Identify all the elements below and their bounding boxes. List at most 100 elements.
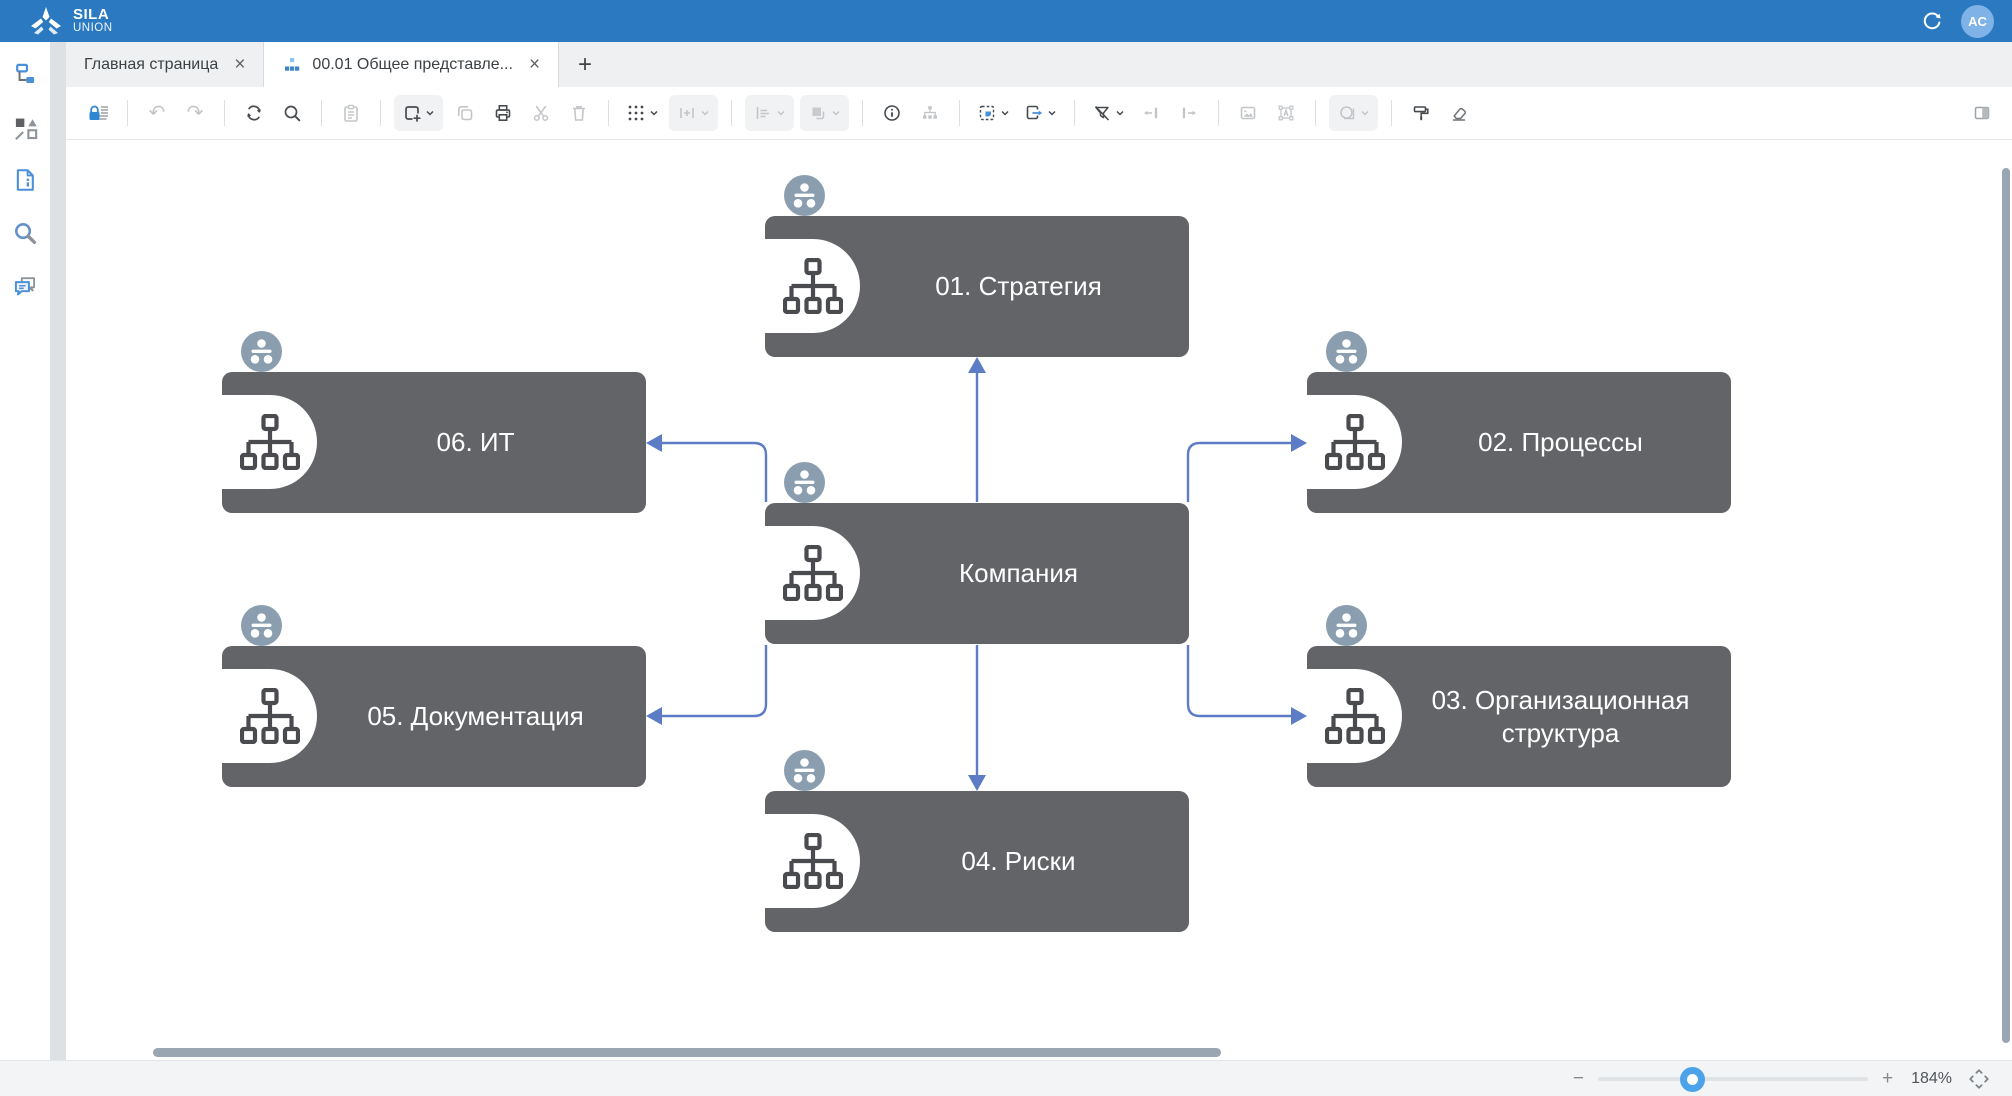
- org-unit-badge-icon: [1326, 331, 1367, 372]
- connector-arrowhead: [646, 707, 662, 725]
- lock-icon: [87, 103, 109, 123]
- zoom-slider-thumb[interactable]: [1680, 1067, 1705, 1092]
- spacing-button[interactable]: [669, 95, 718, 131]
- left-sidebar: [0, 42, 50, 1060]
- lock-button[interactable]: [82, 95, 114, 131]
- chevron-down-icon: [1047, 103, 1057, 123]
- insert-shape-button[interactable]: [394, 95, 443, 131]
- diagram-node[interactable]: 01. Стратегия: [765, 216, 1189, 357]
- zoom-in-button[interactable]: +: [1882, 1069, 1893, 1088]
- selection-mode-button[interactable]: [973, 95, 1014, 131]
- arrange-button[interactable]: [800, 95, 849, 131]
- node-notch: [765, 239, 860, 333]
- copy-button[interactable]: [449, 95, 481, 131]
- chevron-down-icon: [1115, 103, 1125, 123]
- copy-icon: [455, 103, 475, 123]
- org-unit-badge-icon: [784, 462, 825, 503]
- app-window: SILA UNION AC: [0, 0, 2012, 1096]
- refresh-icon: [244, 103, 264, 123]
- eraser-icon: [1449, 103, 1469, 123]
- filter-off-icon: [1092, 103, 1112, 123]
- search-button[interactable]: [276, 95, 308, 131]
- fit-to-screen-button[interactable]: [1966, 1066, 1992, 1092]
- refresh-session-icon[interactable]: [1917, 6, 1947, 36]
- info-button[interactable]: [876, 95, 908, 131]
- export-fragment-button[interactable]: [1020, 95, 1061, 131]
- undo-icon: ↶: [149, 103, 166, 123]
- insert-ellipse-button[interactable]: [1329, 95, 1378, 131]
- cut-button[interactable]: [525, 95, 557, 131]
- vertical-scrollbar[interactable]: [2002, 168, 2010, 1043]
- subtree-button[interactable]: [914, 95, 946, 131]
- panel-toggle-button[interactable]: [1966, 95, 1998, 131]
- connector-edge: [662, 443, 766, 502]
- print-button[interactable]: [487, 95, 519, 131]
- user-avatar[interactable]: AC: [1961, 5, 1994, 38]
- diagram-node[interactable]: 05. Документация: [222, 646, 646, 787]
- diagram-node[interactable]: 04. Риски: [765, 791, 1189, 932]
- diagram-canvas[interactable]: 01. Стратегия 06. ИТ: [66, 140, 2012, 1060]
- eraser-button[interactable]: [1443, 95, 1475, 131]
- chevron-down-icon: [700, 103, 710, 123]
- connector-edge: [1188, 443, 1291, 502]
- diagram-node[interactable]: 02. Процессы: [1307, 372, 1731, 513]
- connector-edge: [662, 645, 766, 716]
- insert-text-button[interactable]: [1270, 95, 1302, 131]
- node-label: 01. Стратегия: [860, 216, 1177, 357]
- sitemap-icon: [783, 545, 843, 601]
- sitemap-icon: [240, 414, 300, 470]
- paste-button[interactable]: [335, 95, 367, 131]
- info-icon: [882, 103, 902, 123]
- close-icon[interactable]: ×: [529, 55, 540, 74]
- tab-bar: Главная страница × 00.01 Общее представл…: [66, 42, 2012, 87]
- tab-home[interactable]: Главная страница ×: [66, 42, 264, 87]
- paste-icon: [341, 103, 361, 123]
- connector-arrowhead: [968, 357, 986, 373]
- align-icon: [753, 103, 773, 123]
- diagram-node[interactable]: 03. Организационная структура: [1307, 646, 1731, 787]
- node-notch: [1307, 395, 1402, 489]
- sidebar-divider: [50, 42, 66, 1060]
- filter-button[interactable]: [1088, 95, 1129, 131]
- model-tree-icon[interactable]: [11, 60, 39, 88]
- tab-diagram[interactable]: 00.01 Общее представле... ×: [264, 42, 559, 87]
- collapse-outgoing-button[interactable]: [1173, 95, 1205, 131]
- comments-icon[interactable]: [11, 272, 39, 300]
- diagram-node[interactable]: 06. ИТ: [222, 372, 646, 513]
- grid-button[interactable]: [622, 95, 663, 131]
- refresh-button[interactable]: [238, 95, 270, 131]
- node-notch: [765, 814, 860, 908]
- node-notch: [765, 526, 860, 620]
- format-paint-button[interactable]: [1405, 95, 1437, 131]
- print-icon: [493, 103, 513, 123]
- close-icon[interactable]: ×: [234, 55, 245, 74]
- undo-button[interactable]: ↶: [141, 95, 173, 131]
- tab-label: Главная страница: [84, 56, 218, 74]
- horizontal-scrollbar[interactable]: [153, 1048, 1221, 1057]
- search-panel-icon[interactable]: [11, 219, 39, 247]
- chevron-down-icon: [831, 103, 841, 123]
- redo-button[interactable]: ↷: [179, 95, 211, 131]
- node-label: 04. Риски: [860, 791, 1177, 932]
- panel-toggle-icon: [1972, 103, 1992, 123]
- zoom-out-button[interactable]: −: [1573, 1069, 1584, 1088]
- new-tab-button[interactable]: +: [559, 42, 611, 87]
- align-button[interactable]: [745, 95, 794, 131]
- diagram-node[interactable]: Компания: [765, 503, 1189, 644]
- connector-arrowhead: [646, 434, 662, 452]
- node-notch: [222, 669, 317, 763]
- brand-text: SILA UNION: [73, 7, 113, 35]
- insert-image-button[interactable]: [1232, 95, 1264, 131]
- grid-icon: [626, 103, 646, 123]
- chevron-down-icon: [1000, 103, 1010, 123]
- node-label: 02. Процессы: [1402, 372, 1719, 513]
- zoom-slider[interactable]: [1598, 1077, 1868, 1081]
- document-info-icon[interactable]: [11, 166, 39, 194]
- arrange-icon: [808, 103, 828, 123]
- sitemap-icon: [1325, 414, 1385, 470]
- shapes-palette-icon[interactable]: [11, 113, 39, 141]
- text-frame-icon: [1276, 103, 1296, 123]
- org-unit-badge-icon: [241, 331, 282, 372]
- collapse-incoming-button[interactable]: [1135, 95, 1167, 131]
- delete-button[interactable]: [563, 95, 595, 131]
